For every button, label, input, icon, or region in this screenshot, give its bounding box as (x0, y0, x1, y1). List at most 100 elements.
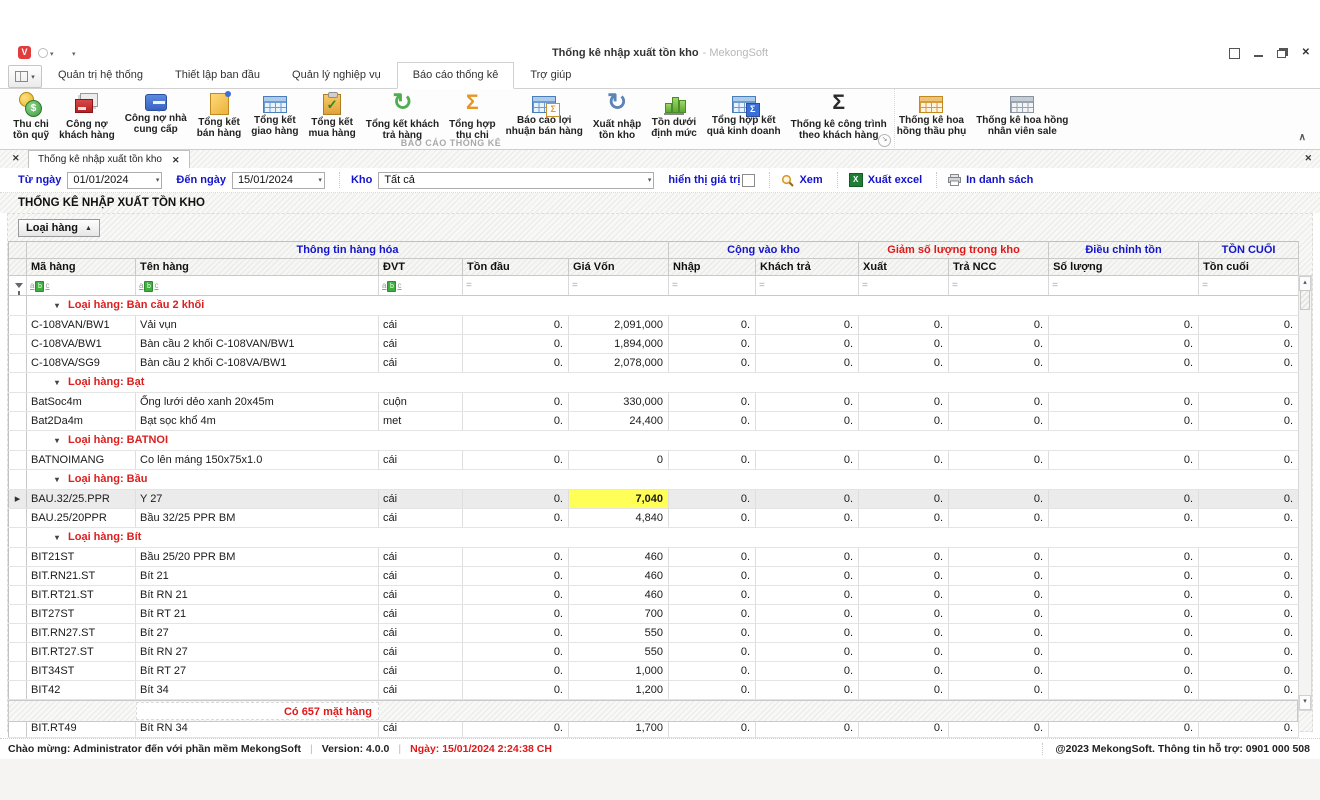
filter-cell-tra-ncc[interactable]: = (949, 276, 1049, 296)
cell-ten-hang[interactable]: Bít RN 21 (136, 586, 379, 605)
cell-ton-cuoi[interactable]: 0. (1199, 624, 1299, 643)
scroll-up-icon[interactable]: ▴ (1299, 276, 1311, 291)
cell-ton-cuoi[interactable]: 0. (1199, 412, 1299, 431)
cell-tra-ncc[interactable]: 0. (949, 548, 1049, 567)
column-header-so-luong[interactable]: Số lượng (1049, 259, 1199, 276)
close-tab-icon[interactable]: ✕ (172, 152, 180, 168)
filter-cell-nhap[interactable]: = (669, 276, 756, 296)
cell-ten-hang[interactable]: Bít RT 27 (136, 662, 379, 681)
cell-ton-dau[interactable]: 0. (463, 681, 569, 700)
cell-khach-tra[interactable]: 0. (756, 509, 859, 528)
table-row[interactable]: C-108VA/BW1Bàn cầu 2 khối C-108VAN/BW1cá… (9, 335, 1299, 354)
cell-so-luong[interactable]: 0. (1049, 624, 1199, 643)
show-value-checkbox[interactable] (742, 174, 755, 187)
cell-dvt[interactable]: cái (379, 605, 463, 624)
cell-xuat[interactable]: 0. (859, 548, 949, 567)
table-row[interactable]: BIT.RT27.STBít RN 27cái0.5500.0.0.0.0.0. (9, 643, 1299, 662)
cell-xuat[interactable]: 0. (859, 681, 949, 700)
cell-so-luong[interactable]: 0. (1049, 451, 1199, 470)
cell-ten-hang[interactable]: Bàn cầu 2 khối C-108VA/BW1 (136, 354, 379, 373)
cell-ma-hang[interactable]: BATNOIMANG (27, 451, 136, 470)
column-header-gia-von[interactable]: Giá Vốn (569, 259, 669, 276)
column-header-nhap[interactable]: Nhập (669, 259, 756, 276)
cell-ma-hang[interactable]: C-108VA/SG9 (27, 354, 136, 373)
filter-cell-khach-tra[interactable]: = (756, 276, 859, 296)
cell-ton-dau[interactable]: 0. (463, 624, 569, 643)
table-row[interactable]: BATNOIMANGCo lên máng 150x75x1.0cái0.00.… (9, 451, 1299, 470)
print-button[interactable]: In danh sách (948, 174, 1033, 186)
cell-ton-dau[interactable]: 0. (463, 586, 569, 605)
cell-ton-dau[interactable]: 0. (463, 662, 569, 681)
ribbon-button-bao-cao-loi-nhuan-ban-hang[interactable]: ΣBáo cáo lợinhuận bán hàng (501, 90, 588, 137)
cell-ten-hang[interactable]: Bít 21 (136, 567, 379, 586)
cell-ma-hang[interactable]: BIT21ST (27, 548, 136, 567)
ribbon-button-tong-ket-ban-hang[interactable]: Tổng kếtbán hàng (192, 90, 246, 139)
cell-ton-dau[interactable]: 0. (463, 490, 569, 509)
tab-thong-ke-nhap-xuat-ton-kho[interactable]: Thống kê nhập xuất tồn kho ✕ (28, 150, 190, 168)
cell-ma-hang[interactable]: BIT.RN27.ST (27, 624, 136, 643)
ribbon-button-cong-no-nha-cung-cap[interactable]: Công nợ nhàcung cấp (120, 90, 192, 135)
cell-ma-hang[interactable]: BIT.RT27.ST (27, 643, 136, 662)
cell-ton-dau[interactable]: 0. (463, 335, 569, 354)
scroll-down-icon[interactable]: ▾ (1299, 695, 1311, 710)
ribbon-button-tong-hop-ket-qua-kinh-doanh[interactable]: ΣTổng hợp kếtquả kinh doanh (702, 90, 786, 137)
cell-nhap[interactable]: 0. (669, 354, 756, 373)
cell-dvt[interactable]: cái (379, 335, 463, 354)
cell-gia-von[interactable]: 460 (569, 586, 669, 605)
cell-dvt[interactable]: cái (379, 567, 463, 586)
cell-so-luong[interactable]: 0. (1049, 490, 1199, 509)
cell-ten-hang[interactable]: Co lên máng 150x75x1.0 (136, 451, 379, 470)
cell-so-luong[interactable]: 0. (1049, 412, 1199, 431)
cell-ma-hang[interactable]: BIT34ST (27, 662, 136, 681)
cell-so-luong[interactable]: 0. (1049, 643, 1199, 662)
cell-ton-cuoi[interactable]: 0. (1199, 316, 1299, 335)
cell-dvt[interactable]: cuộn (379, 393, 463, 412)
cell-xuat[interactable]: 0. (859, 412, 949, 431)
cell-ton-cuoi[interactable]: 0. (1199, 643, 1299, 662)
cell-khach-tra[interactable]: 0. (756, 335, 859, 354)
cell-gia-von[interactable]: 700 (569, 605, 669, 624)
cell-ten-hang[interactable]: Bạt sọc khổ 4m (136, 412, 379, 431)
group-row-loai-hang-batnoi[interactable]: ▾Loại hàng: BATNOI (9, 431, 1299, 451)
cell-ma-hang[interactable]: BAU.32/25.PPR (27, 490, 136, 509)
cell-tra-ncc[interactable]: 0. (949, 586, 1049, 605)
cell-tra-ncc[interactable]: 0. (949, 451, 1049, 470)
cell-ton-cuoi[interactable]: 0. (1199, 393, 1299, 412)
cell-nhap[interactable]: 0. (669, 412, 756, 431)
cell-khach-tra[interactable]: 0. (756, 586, 859, 605)
cell-ten-hang[interactable]: Bít RN 27 (136, 643, 379, 662)
cell-nhap[interactable]: 0. (669, 586, 756, 605)
table-row[interactable]: BIT34STBít RT 27cái0.1,0000.0.0.0.0.0. (9, 662, 1299, 681)
cell-nhap[interactable]: 0. (669, 548, 756, 567)
cell-ton-cuoi[interactable]: 0. (1199, 605, 1299, 624)
cell-so-luong[interactable]: 0. (1049, 548, 1199, 567)
cell-gia-von[interactable]: 1,200 (569, 681, 669, 700)
cell-tra-ncc[interactable]: 0. (949, 567, 1049, 586)
cell-tra-ncc[interactable]: 0. (949, 662, 1049, 681)
collapse-group-icon[interactable]: ▾ (55, 301, 59, 310)
table-row[interactable]: C-108VAN/BW1Vải vụncái0.2,091,0000.0.0.0… (9, 316, 1299, 335)
cell-dvt[interactable]: cái (379, 548, 463, 567)
cell-gia-von[interactable]: 1,894,000 (569, 335, 669, 354)
cell-khach-tra[interactable]: 0. (756, 354, 859, 373)
filter-cell-gia-von[interactable]: = (569, 276, 669, 296)
cell-tra-ncc[interactable]: 0. (949, 624, 1049, 643)
cell-khach-tra[interactable]: 0. (756, 662, 859, 681)
cell-xuat[interactable]: 0. (859, 451, 949, 470)
cell-ten-hang[interactable]: Bít 34 (136, 681, 379, 700)
collapse-group-icon[interactable]: ▾ (55, 475, 59, 484)
cell-ton-dau[interactable]: 0. (463, 643, 569, 662)
cell-nhap[interactable]: 0. (669, 662, 756, 681)
export-excel-button[interactable]: X Xuất excel (849, 173, 922, 187)
ribbon-tab-thiet-lap-ban-dau[interactable]: Thiết lập ban đầu (159, 62, 276, 88)
cell-xuat[interactable]: 0. (859, 624, 949, 643)
cell-tra-ncc[interactable]: 0. (949, 605, 1049, 624)
cell-tra-ncc[interactable]: 0. (949, 393, 1049, 412)
cell-tra-ncc[interactable]: 0. (949, 643, 1049, 662)
cell-xuat[interactable]: 0. (859, 605, 949, 624)
cell-nhap[interactable]: 0. (669, 451, 756, 470)
table-row[interactable]: BIT.RT21.STBít RN 21cái0.4600.0.0.0.0.0. (9, 586, 1299, 605)
cell-so-luong[interactable]: 0. (1049, 662, 1199, 681)
ribbon-button-thu-chi-ton-quy[interactable]: $Thu chitồn quỹ (8, 90, 54, 141)
scrollbar-thumb[interactable] (1300, 290, 1310, 310)
